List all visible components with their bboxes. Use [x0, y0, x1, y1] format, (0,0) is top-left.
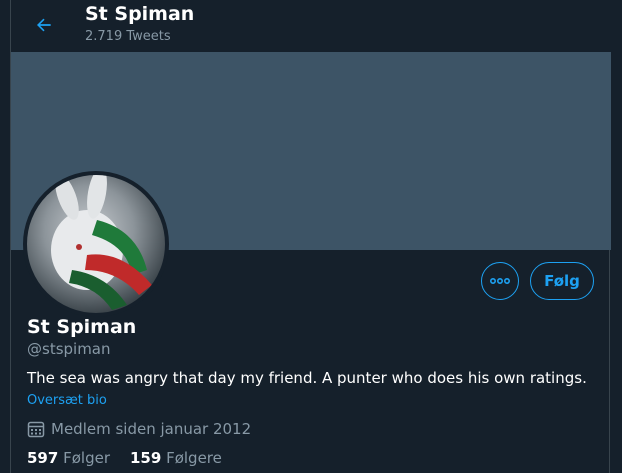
header-title: St Spiman	[85, 3, 195, 25]
top-bar: St Spiman 2.719 Tweets	[11, 0, 611, 52]
header-tweet-count: 2.719 Tweets	[85, 29, 171, 44]
more-options-button[interactable]	[481, 262, 519, 300]
avatar[interactable]	[23, 171, 169, 317]
more-icon	[490, 278, 510, 284]
profile-bio: The sea was angry that day my friend. A …	[27, 369, 587, 387]
followers-label: Følgere	[166, 449, 222, 467]
following-label: Følger	[63, 449, 110, 467]
arrow-left-icon	[37, 18, 51, 32]
avatar-image	[51, 175, 152, 310]
join-date-text: Medlem siden januar 2012	[51, 420, 252, 438]
profile-handle: @stspiman	[27, 340, 111, 358]
translate-bio-link[interactable]: Oversæt bio	[27, 393, 107, 408]
following-count: 597	[27, 449, 59, 467]
followers-link[interactable]: 159 Følgere	[130, 449, 222, 467]
back-button[interactable]	[27, 8, 61, 42]
follow-button[interactable]: Følg	[530, 262, 594, 300]
join-date: Medlem siden januar 2012	[27, 420, 251, 438]
profile-name: St Spiman	[27, 316, 137, 338]
follow-stats: 597 Følger 159 Følgere	[27, 449, 222, 467]
profile-column: St Spiman 2.719 Tweets Følg St Spiman @s…	[10, 0, 611, 473]
following-link[interactable]: 597 Følger	[27, 449, 110, 467]
calendar-icon	[27, 421, 45, 438]
followers-count: 159	[129, 449, 162, 467]
